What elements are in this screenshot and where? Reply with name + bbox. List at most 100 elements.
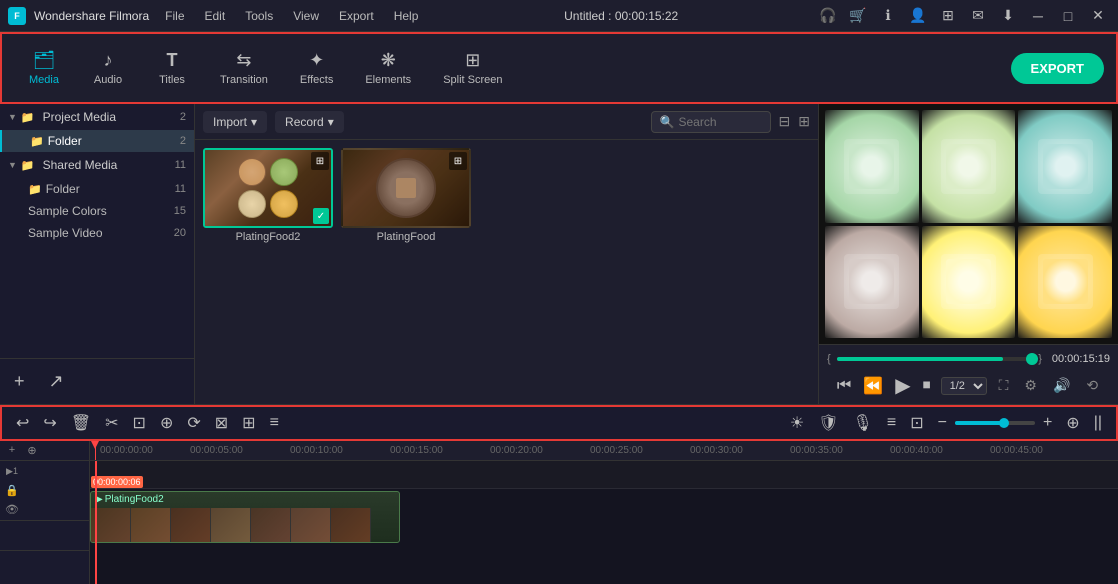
video-track-header: ▶1 🔒 👁 — [0, 461, 89, 521]
menu-tools[interactable]: Tools — [237, 7, 281, 25]
play-button[interactable]: ▶ — [893, 371, 912, 400]
play-icon: ▶ — [95, 494, 103, 505]
zoom-out-timeline[interactable]: − — [932, 410, 953, 436]
more-options-icon[interactable]: ⟲ — [1082, 375, 1102, 396]
tool-transition[interactable]: ⇆ Transition — [206, 44, 282, 92]
ruler-mark-7: 00:00:35:00 — [790, 445, 843, 456]
tool-elements-label: Elements — [365, 74, 411, 86]
search-input[interactable] — [678, 115, 768, 129]
media-panel: Import ▾ Record ▾ 🔍 ⊟ ⊞ — [195, 104, 818, 404]
delete-button[interactable]: 🗑 — [65, 409, 97, 437]
color-button[interactable]: ≡ — [264, 410, 285, 436]
title-bar: F Wondershare Filmora File Edit Tools Vi… — [0, 0, 1118, 32]
preview-video — [819, 104, 1118, 344]
shield-button[interactable]: 🛡 — [812, 409, 844, 437]
mic-button[interactable]: 🎙 — [847, 409, 879, 437]
sample-video-label: Sample Video — [28, 226, 103, 240]
sidebar-add-button[interactable]: + — [8, 367, 31, 396]
frame-back-button[interactable]: ⏪ — [861, 374, 885, 398]
headphone-icon[interactable]: 🎧 — [816, 4, 840, 28]
media-label-platingfood: PlatingFood — [341, 231, 471, 243]
crop-button[interactable]: ⊡ — [127, 409, 152, 437]
brightness-button[interactable]: ☀ — [784, 409, 810, 437]
redo-button[interactable]: ↪ — [37, 409, 62, 437]
import-button[interactable]: Import ▾ — [203, 111, 267, 133]
user-icon[interactable]: 👤 — [906, 4, 930, 28]
tool-effects[interactable]: ✦ Effects — [286, 44, 347, 92]
zoom-in-timeline[interactable]: + — [1037, 410, 1058, 436]
hide-track-button[interactable]: 👁 — [4, 501, 20, 517]
maximize-button[interactable]: □ — [1056, 4, 1080, 28]
keyframe-button[interactable]: ⊡ — [904, 409, 929, 437]
cart-icon[interactable]: 🛒 — [846, 4, 870, 28]
playhead-bar: 00:00:00:06 — [95, 461, 97, 488]
tool-splitscreen[interactable]: ⊞ Split Screen — [429, 44, 516, 92]
menu-export[interactable]: Export — [331, 7, 382, 25]
tool-audio[interactable]: ♪ Audio — [78, 44, 138, 92]
menu-view[interactable]: View — [285, 7, 327, 25]
menu-edit[interactable]: Edit — [197, 7, 234, 25]
step-back-button[interactable]: ⏮ — [835, 375, 853, 397]
audio-icon: ♪ — [104, 50, 113, 71]
zoom-in-button[interactable]: ⊕ — [154, 409, 179, 437]
lock-track-button[interactable]: 🔒 — [4, 482, 20, 498]
info-icon[interactable]: ℹ — [876, 4, 900, 28]
media-toolbar: Import ▾ Record ▾ 🔍 ⊟ ⊞ — [195, 104, 818, 140]
sidebar-item-project-folder[interactable]: 📁 Folder 2 — [0, 130, 194, 152]
mail-icon[interactable]: ✉ — [966, 4, 990, 28]
progress-fill — [837, 357, 1003, 361]
app-icon[interactable]: ⊞ — [936, 4, 960, 28]
tool-titles[interactable]: T Titles — [142, 44, 202, 92]
minimize-button[interactable]: ─ — [1026, 4, 1050, 28]
export-button[interactable]: EXPORT — [1011, 53, 1104, 84]
project-media-header[interactable]: ▼ 📁 Project Media 2 — [0, 104, 194, 130]
stabilize-button[interactable]: ⊠ — [209, 409, 234, 437]
media-overlay-icon: ⊞ — [311, 152, 329, 170]
preview-panel: { } 00:00:15:19 ⏮ ⏪ ▶ ⏹ 1/2 1/4 1 ⛶ — [818, 104, 1118, 404]
effects-icon: ✦ — [309, 50, 324, 71]
sidebar-action-button[interactable]: ↗ — [43, 367, 70, 396]
add-marker-button[interactable]: + — [4, 442, 20, 458]
progress-handle[interactable] — [1026, 353, 1038, 365]
settings-icon[interactable]: ⚙ — [1020, 375, 1041, 396]
sidebar-item-sample-video[interactable]: Sample Video 20 — [0, 222, 194, 244]
snap-button[interactable]: ⊕ — [24, 442, 40, 458]
speed-select[interactable]: 1/2 1/4 1 — [941, 377, 987, 395]
pause-tracks-button[interactable]: || — [1088, 410, 1108, 436]
sidebar-item-sample-colors[interactable]: Sample Colors 15 — [0, 200, 194, 222]
sidebar-item-shared-folder[interactable]: 📁 Folder 11 — [0, 178, 194, 200]
grid-view-icon[interactable]: ⊞ — [798, 113, 810, 130]
media-thumb-platingfood2[interactable]: ⊞ ✓ — [203, 148, 333, 228]
text-button[interactable]: ≡ — [881, 410, 902, 436]
undo-button[interactable]: ↩ — [10, 409, 35, 437]
menu-help[interactable]: Help — [386, 7, 427, 25]
record-button[interactable]: Record ▾ — [275, 111, 344, 133]
media-thumb-platingfood[interactable]: ⊞ — [341, 148, 471, 228]
video-clip-platingfood2[interactable]: ▶ PlatingFood2 — [90, 491, 400, 543]
preview-bowl6 — [1018, 226, 1112, 339]
clip-label: ▶ PlatingFood2 — [95, 494, 164, 505]
zoom-slider[interactable] — [955, 421, 1035, 425]
zoom-handle[interactable] — [999, 418, 1009, 428]
close-button[interactable]: ✕ — [1086, 4, 1110, 28]
media-item-platingfood[interactable]: ⊞ PlatingFood — [341, 148, 471, 243]
shared-media-section: ▼ 📁 Shared Media 11 📁 Folder 11 Sample C… — [0, 152, 194, 244]
add-track-button[interactable]: ⊕ — [1060, 409, 1085, 437]
progress-bar[interactable] — [837, 357, 1033, 361]
project-media-count: 2 — [180, 111, 186, 123]
menu-file[interactable]: File — [157, 7, 192, 25]
shared-media-header[interactable]: ▼ 📁 Shared Media 11 — [0, 152, 194, 178]
fullscreen-button[interactable]: ⛶ — [995, 375, 1013, 396]
media-item-platingfood2[interactable]: ⊞ ✓ PlatingFood2 — [203, 148, 333, 243]
cut-button[interactable]: ✂ — [99, 409, 124, 437]
search-icon: 🔍 — [660, 115, 675, 129]
download-icon[interactable]: ⬇ — [996, 4, 1020, 28]
tool-media[interactable]: 🗂 Media — [14, 44, 74, 92]
filter-icon[interactable]: ⊟ — [779, 113, 791, 130]
rotate-button[interactable]: ⟳ — [181, 409, 206, 437]
video-track: ▶ PlatingFood2 — [90, 489, 1118, 545]
volume-icon[interactable]: 🔊 — [1049, 375, 1074, 396]
split-button[interactable]: ⊞ — [236, 409, 261, 437]
tool-elements[interactable]: ❋ Elements — [351, 44, 425, 92]
stop-button[interactable]: ⏹ — [921, 375, 933, 397]
